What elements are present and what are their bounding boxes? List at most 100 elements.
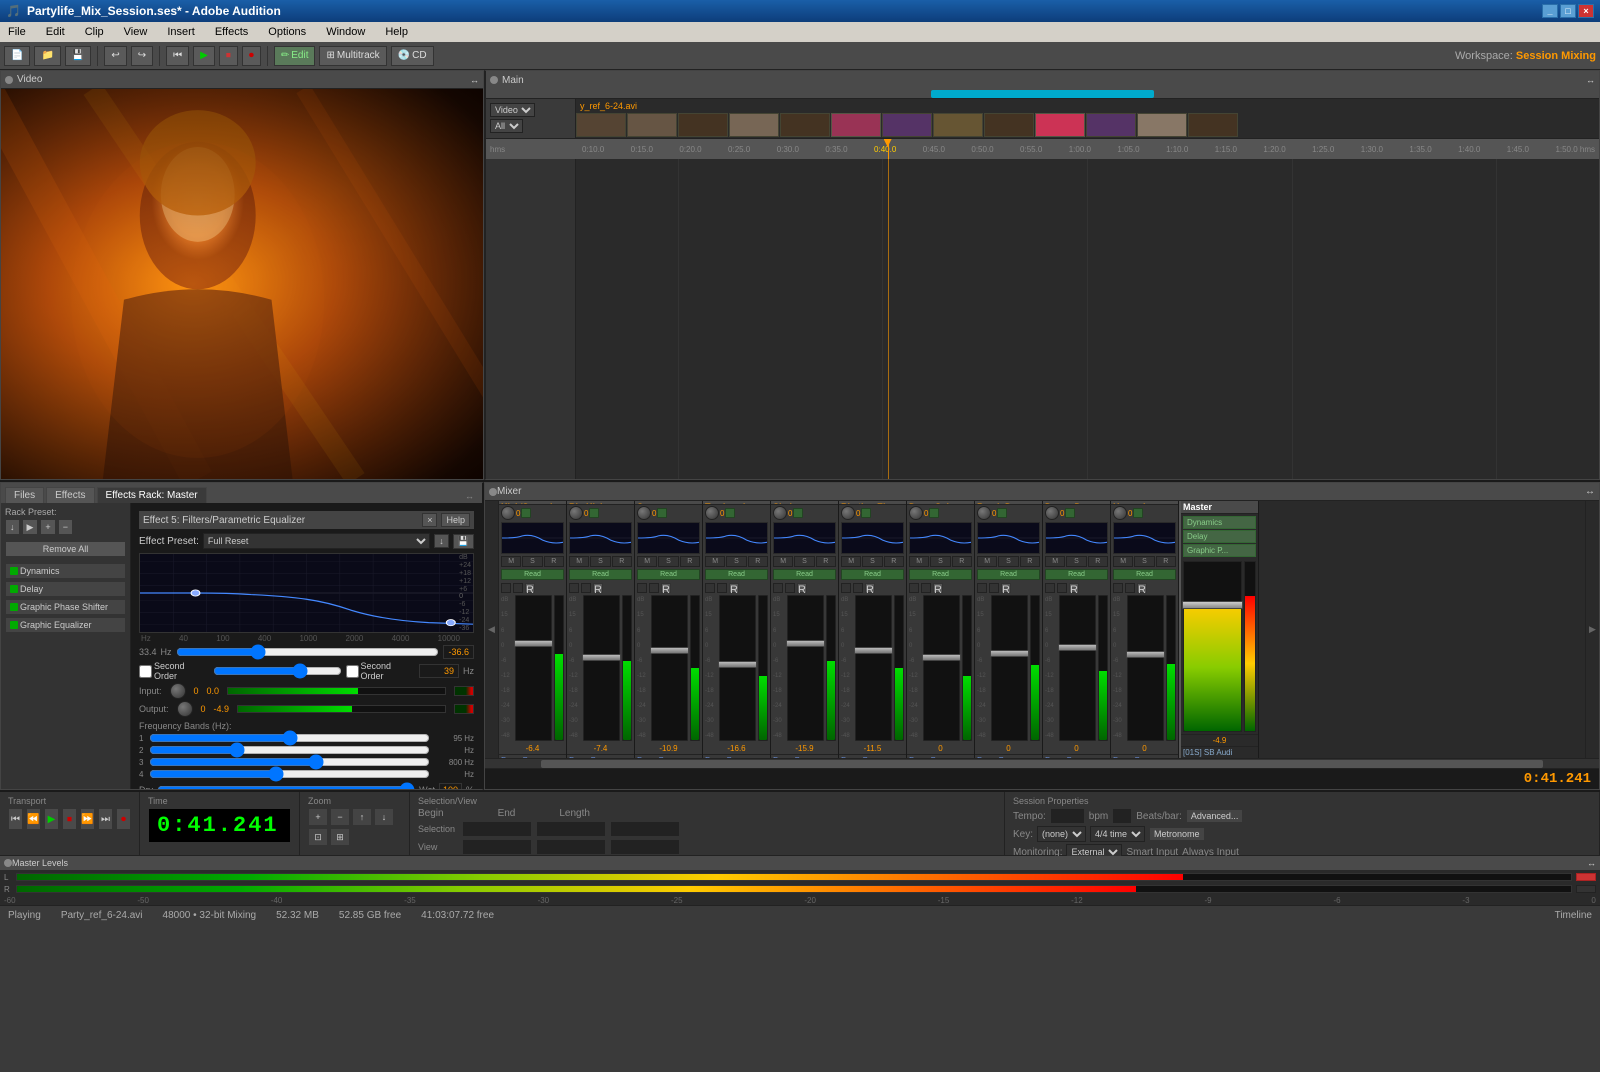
zoom-out-v[interactable]: ↓: [374, 808, 394, 826]
eq-slider-left[interactable]: [176, 646, 440, 658]
transport-stop[interactable]: ⏹: [219, 46, 238, 66]
ch-fader-handle-7[interactable]: [990, 650, 1029, 657]
ch-fader-track-5[interactable]: [855, 595, 892, 741]
eq-slider-right[interactable]: [213, 665, 342, 677]
track-all-select[interactable]: All: [490, 119, 523, 133]
t-play[interactable]: ▶: [44, 808, 59, 830]
menu-effects[interactable]: Effects: [211, 24, 252, 40]
ch-r-9[interactable]: R: [1156, 556, 1176, 567]
view-length[interactable]: 1:54.247: [610, 839, 680, 855]
zoom-in-v[interactable]: ↑: [352, 808, 372, 826]
ch-mute-4[interactable]: M: [773, 556, 793, 567]
timesig-select[interactable]: 4/4 time: [1090, 826, 1145, 842]
ch-solo-5[interactable]: S: [862, 556, 882, 567]
zoom-in-h[interactable]: +: [308, 808, 328, 826]
effect-graphic-eq[interactable]: Graphic Equalizer: [5, 617, 126, 633]
remove-all-btn[interactable]: Remove All: [5, 541, 126, 557]
sel-begin[interactable]: 0:36.235: [462, 821, 532, 837]
send-btn-1-9[interactable]: [1113, 583, 1123, 593]
ch-fader-handle-1[interactable]: [582, 654, 621, 661]
r-btn-9[interactable]: R: [1137, 583, 1147, 593]
transport-play[interactable]: ▶: [193, 46, 215, 66]
zoom-out-h[interactable]: −: [330, 808, 350, 826]
r-btn-4[interactable]: R: [797, 583, 807, 593]
send-btn-2-0[interactable]: [513, 583, 523, 593]
master-fader-track[interactable]: [1183, 561, 1242, 732]
ch-read-2[interactable]: Read: [637, 569, 700, 580]
send-btn-2-4[interactable]: [785, 583, 795, 593]
toolbar-redo[interactable]: ↪: [131, 46, 153, 66]
send-btn-1-8[interactable]: [1045, 583, 1055, 593]
toolbar-open[interactable]: 📁: [34, 46, 60, 66]
ch-read-3[interactable]: Read: [705, 569, 768, 580]
ch-read-1[interactable]: Read: [569, 569, 632, 580]
ch-fader-handle-6[interactable]: [922, 654, 961, 661]
send-btn-1-5[interactable]: [841, 583, 851, 593]
send-btn-1-3[interactable]: [705, 583, 715, 593]
ch-knob-pan-1[interactable]: [569, 506, 583, 520]
view-end[interactable]: 1:56.769: [536, 839, 606, 855]
sel-length[interactable]: 0:00.000: [610, 821, 680, 837]
band-4[interactable]: [149, 769, 430, 779]
r-btn-0[interactable]: R: [525, 583, 535, 593]
main-expand[interactable]: ↔: [1586, 75, 1595, 85]
send-btn-1-0[interactable]: [501, 583, 511, 593]
ch-solo-3[interactable]: S: [726, 556, 746, 567]
zoom-full[interactable]: ⊞: [330, 828, 350, 846]
minimize-btn[interactable]: _: [1542, 4, 1558, 18]
ch-mute-5[interactable]: M: [841, 556, 861, 567]
r-btn-1[interactable]: R: [593, 583, 603, 593]
eq-graph[interactable]: dB+24+18+12+6 0 -6-12-24-36: [139, 553, 474, 633]
tab-effects-rack[interactable]: Effects Rack: Master: [97, 487, 207, 503]
ch-fader-track-8[interactable]: [1059, 595, 1096, 741]
mode-edit[interactable]: ✏ Edit: [274, 46, 316, 66]
mixer-scroll-left[interactable]: ◀: [485, 501, 499, 758]
mode-multitrack[interactable]: ⊞ Multitrack: [319, 46, 386, 66]
t-back-start[interactable]: ⏮: [8, 808, 23, 830]
send-btn-1-4[interactable]: [773, 583, 783, 593]
ch-knob-pan-8[interactable]: [1045, 506, 1059, 520]
input-knob[interactable]: [170, 683, 186, 699]
master-fader-handle[interactable]: [1182, 601, 1243, 609]
effect-delay[interactable]: Delay: [5, 581, 126, 597]
dry-wet-slider[interactable]: [157, 785, 415, 789]
ch-read-5[interactable]: Read: [841, 569, 904, 580]
ch-mute-2[interactable]: M: [637, 556, 657, 567]
panel-expand[interactable]: ↔: [470, 75, 479, 85]
ch-r-1[interactable]: R: [612, 556, 632, 567]
ch-solo-6[interactable]: S: [930, 556, 950, 567]
ch-solo-2[interactable]: S: [658, 556, 678, 567]
ch-fader-handle-5[interactable]: [854, 647, 893, 654]
key-select[interactable]: (none): [1037, 826, 1086, 842]
ch-fader-track-0[interactable]: [515, 595, 552, 741]
ml-expand[interactable]: ↔: [1587, 858, 1596, 868]
rack-btn-1[interactable]: ↓: [5, 519, 20, 535]
ch-knob-pan-5[interactable]: [841, 506, 855, 520]
ch-fader-handle-8[interactable]: [1058, 644, 1097, 651]
master-delay[interactable]: Delay: [1183, 530, 1256, 543]
effect-dynamics[interactable]: Dynamics: [5, 563, 126, 579]
menu-options[interactable]: Options: [264, 24, 310, 40]
menu-edit[interactable]: Edit: [42, 24, 69, 40]
ch-fader-track-1[interactable]: [583, 595, 620, 741]
ch-fader-track-2[interactable]: [651, 595, 688, 741]
ch-fader-track-6[interactable]: [923, 595, 960, 741]
ch-fader-track-7[interactable]: [991, 595, 1028, 741]
toolbar-save[interactable]: 💾: [65, 46, 91, 66]
ch-read-6[interactable]: Read: [909, 569, 972, 580]
menu-window[interactable]: Window: [322, 24, 369, 40]
menu-view[interactable]: View: [120, 24, 152, 40]
menu-clip[interactable]: Clip: [81, 24, 108, 40]
ch-read-8[interactable]: Read: [1045, 569, 1108, 580]
second-order-2[interactable]: [346, 665, 359, 678]
ch-fader-handle-3[interactable]: [718, 661, 757, 668]
send-btn-2-8[interactable]: [1057, 583, 1067, 593]
mode-cd[interactable]: 💿 CD: [391, 46, 434, 66]
ch-knob-pan-4[interactable]: [773, 506, 787, 520]
send-btn-2-3[interactable]: [717, 583, 727, 593]
metronome-btn[interactable]: Metronome: [1149, 827, 1205, 841]
r-btn-6[interactable]: R: [933, 583, 943, 593]
rack-btn-3[interactable]: +: [40, 519, 55, 535]
ch-r-0[interactable]: R: [544, 556, 564, 567]
send-btn-1-6[interactable]: [909, 583, 919, 593]
